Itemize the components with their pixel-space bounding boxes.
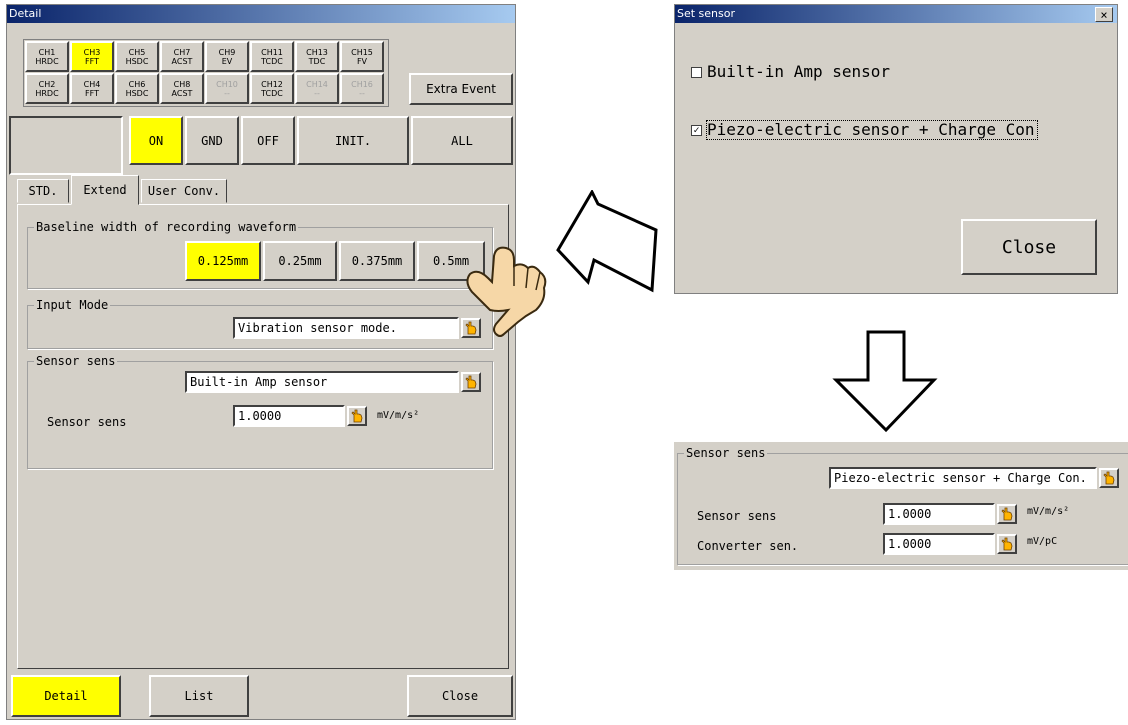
result-converter-label: Converter sen. [697, 539, 799, 553]
baseline-group-title: Baseline width of recording waveform [34, 220, 299, 234]
hand-pointer-icon [466, 246, 547, 337]
sensor-type-hand-button[interactable] [461, 372, 481, 392]
builtin-amp-checkbox[interactable] [691, 67, 702, 78]
channel-button[interactable]: CH6 HSDC [115, 73, 159, 104]
channel-button[interactable]: CH1 HRDC [25, 41, 69, 72]
arrow-down-icon [832, 330, 938, 433]
result-sensor-sens-value[interactable]: 1.0000 [883, 503, 995, 525]
channel-button[interactable]: CH3 FFT [70, 41, 114, 72]
baseline-option-025[interactable]: 0.25mm [263, 241, 337, 281]
set-sensor-dialog: Set sensor × Built-in Amp sensor ✓ Piezo… [674, 4, 1118, 294]
detail-title: Detail [7, 5, 515, 23]
hand-pointer-icon [1103, 471, 1115, 485]
set-sensor-title: Set sensor [675, 5, 1117, 23]
channel-button[interactable]: CH13 TDC [295, 41, 339, 72]
baseline-option-0375[interactable]: 0.375mm [339, 241, 415, 281]
channel-display-box [9, 116, 123, 175]
result-panel: Sensor sens Piezo-electric sensor + Char… [674, 442, 1128, 570]
result-sensor-sens-unit: mV/m/s² [1027, 506, 1070, 517]
hand-pointer-icon [351, 409, 363, 423]
result-sensor-sens-title: Sensor sens [684, 446, 768, 460]
tab-std[interactable]: STD. [17, 179, 69, 203]
result-converter-value[interactable]: 1.0000 [883, 533, 995, 555]
tab-user-conv[interactable]: User Conv. [141, 179, 227, 203]
channel-button[interactable]: CH11 TCDC [250, 41, 294, 72]
result-sensor-sens-label: Sensor sens [697, 509, 777, 523]
set-sensor-close-button[interactable]: Close [961, 219, 1097, 275]
piezo-label: Piezo-electric sensor + Charge Con [706, 120, 1038, 140]
hand-pointer-icon [465, 375, 477, 389]
channel-button[interactable]: CH4 FFT [70, 73, 114, 104]
list-button[interactable]: List [149, 675, 249, 717]
input-mode-title: Input Mode [34, 298, 111, 312]
all-button[interactable]: ALL [411, 116, 513, 165]
gnd-button[interactable]: GND [185, 116, 239, 165]
sensor-sens-unit: mV/m/s² [377, 410, 420, 421]
sensor-type-field[interactable]: Built-in Amp sensor [185, 371, 459, 393]
init-button[interactable]: INIT. [297, 116, 409, 165]
result-converter-hand-button[interactable] [997, 534, 1017, 554]
channel-button[interactable]: CH7 ACST [160, 41, 204, 72]
arrow-right-icon [556, 190, 658, 293]
result-sensor-type-hand-button[interactable] [1099, 468, 1119, 488]
channel-button[interactable]: CH2 HRDC [25, 73, 69, 104]
hand-pointer-icon [1001, 537, 1013, 551]
channel-button[interactable]: CH14 -- [295, 73, 339, 104]
sensor-sens-value-field[interactable]: 1.0000 [233, 405, 345, 427]
channel-button[interactable]: CH10 -- [205, 73, 249, 104]
channel-button[interactable]: CH5 HSDC [115, 41, 159, 72]
detail-button[interactable]: Detail [11, 675, 121, 717]
channel-button[interactable]: CH15 FV [340, 41, 384, 72]
sensor-sens-hand-button[interactable] [347, 406, 367, 426]
result-sensor-type-field[interactable]: Piezo-electric sensor + Charge Con. [829, 467, 1097, 489]
detail-close-button[interactable]: Close [407, 675, 513, 717]
sensor-sens-label: Sensor sens [47, 415, 127, 429]
channel-button[interactable]: CH9 EV [205, 41, 249, 72]
off-button[interactable]: OFF [241, 116, 295, 165]
detail-window: Detail CH1 HRDC CH3 FFT CH5 HSDC CH7 ACST CH… [6, 4, 516, 720]
channel-button[interactable]: CH12 TCDC [250, 73, 294, 104]
baseline-option-0125[interactable]: 0.125mm [185, 241, 261, 281]
result-converter-unit: mV/pC [1027, 536, 1058, 547]
hand-pointer-icon [1001, 507, 1013, 521]
builtin-amp-label: Built-in Amp sensor [707, 62, 891, 81]
channel-button[interactable]: CH8 ACST [160, 73, 204, 104]
tab-extend[interactable]: Extend [71, 175, 139, 205]
extra-event-button[interactable]: Extra Event [409, 73, 513, 105]
set-sensor-close-x[interactable]: × [1095, 7, 1113, 22]
sensor-sens-title: Sensor sens [34, 354, 118, 368]
channel-button[interactable]: CH16 -- [340, 73, 384, 104]
piezo-checkbox[interactable]: ✓ [691, 125, 702, 136]
result-sensor-sens-hand-button[interactable] [997, 504, 1017, 524]
input-mode-field[interactable]: Vibration sensor mode. [233, 317, 459, 339]
on-button[interactable]: ON [129, 116, 183, 165]
